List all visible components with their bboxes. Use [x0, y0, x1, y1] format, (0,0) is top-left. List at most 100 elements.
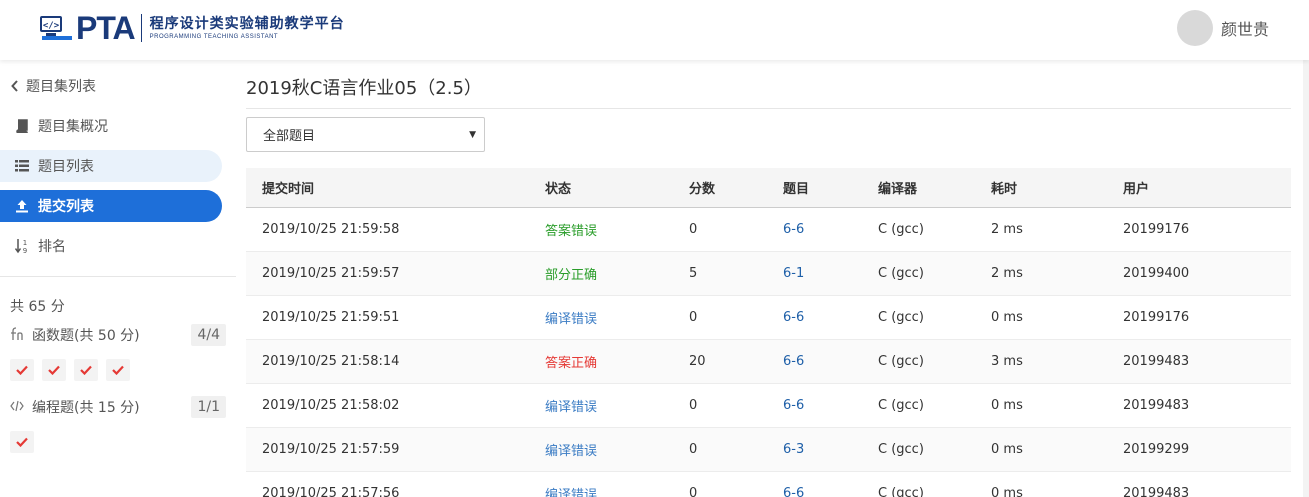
- function-problem-checks: [10, 359, 138, 381]
- cell-duration: 0 ms: [991, 310, 1023, 325]
- cell-problem-link[interactable]: 6-3: [783, 442, 878, 457]
- check-icon[interactable]: [10, 431, 34, 453]
- sidebar-item-submission-list[interactable]: 提交列表: [0, 190, 222, 222]
- logo-english-name: PROGRAMMING TEACHING ASSISTANT: [149, 34, 279, 40]
- table-row: 2019/10/25 21:58:02 编译错误 0 6-6 C (gcc) 0…: [246, 384, 1291, 428]
- cell-status[interactable]: 答案正确: [545, 352, 689, 371]
- avatar[interactable]: [1176, 10, 1213, 46]
- cell-user: 20199176: [1123, 222, 1190, 237]
- column-header-score[interactable]: 分数: [689, 178, 783, 197]
- caret-down-icon: ▼: [469, 130, 476, 140]
- cell-compiler: C (gcc): [878, 398, 924, 413]
- cell-duration: 0 ms: [991, 486, 1023, 497]
- cell-score: 5: [689, 266, 698, 281]
- cell-status[interactable]: 编译错误: [545, 484, 689, 497]
- main-content: 2019秋C语言作业05（2.5） 全部题目 ▼ 提交时间 状态 分数 题目 编…: [246, 60, 1291, 497]
- sidebar-item-problem-list[interactable]: 题目列表: [0, 150, 222, 182]
- cell-problem-link[interactable]: 6-6: [783, 222, 878, 237]
- table-row: 2019/10/25 21:57:59 编译错误 0 6-3 C (gcc) 0…: [246, 428, 1291, 472]
- sidebar-item-label: 提交列表: [38, 199, 94, 215]
- cell-time[interactable]: 2019/10/25 21:58:02: [246, 398, 545, 413]
- category-programming-problems: 编程题(共 15 分) 1/1: [10, 396, 226, 418]
- user-menu[interactable]: 颜世贵: [1176, 10, 1269, 46]
- cell-time[interactable]: 2019/10/25 21:59:51: [246, 310, 545, 325]
- column-header-duration[interactable]: 耗时: [991, 178, 1123, 197]
- column-header-status[interactable]: 状态: [545, 178, 689, 197]
- problem-filter-select[interactable]: 全部题目 ▼: [246, 117, 485, 152]
- code-monitor-icon: </>: [38, 14, 72, 42]
- column-header-user[interactable]: 用户: [1123, 178, 1273, 197]
- cell-time[interactable]: 2019/10/25 21:59:57: [246, 266, 545, 281]
- cell-compiler: C (gcc): [878, 486, 924, 497]
- check-icon[interactable]: [42, 359, 66, 381]
- table-row: 2019/10/25 21:58:14 答案正确 20 6-6 C (gcc) …: [246, 340, 1291, 384]
- column-header-compiler[interactable]: 编译器: [878, 178, 991, 197]
- back-label: 题目集列表: [26, 79, 96, 95]
- programming-problem-checks: [10, 431, 42, 453]
- cell-compiler: C (gcc): [878, 442, 924, 457]
- cell-score: 0: [689, 310, 698, 325]
- cell-duration: 2 ms: [991, 266, 1023, 281]
- table-header: 提交时间 状态 分数 题目 编译器 耗时 用户: [246, 168, 1291, 208]
- vertical-scrollbar[interactable]: [1303, 60, 1309, 497]
- cell-compiler: C (gcc): [878, 354, 924, 369]
- category-function-problems: 函数题(共 50 分) 4/4: [10, 324, 226, 346]
- title-divider: [246, 108, 1291, 109]
- cell-status[interactable]: 编译错误: [545, 440, 689, 459]
- cell-user: 20199176: [1123, 310, 1190, 325]
- column-header-time[interactable]: 提交时间: [246, 178, 545, 197]
- cell-problem-link[interactable]: 6-6: [783, 398, 878, 413]
- filter-selected-value: 全部题目: [263, 129, 316, 144]
- code-icon: [10, 400, 26, 415]
- cell-problem-link[interactable]: 6-6: [783, 310, 878, 325]
- sidebar-item-overview[interactable]: 题目集概况: [0, 110, 222, 142]
- top-header: </> PTA 程序设计类实验辅助教学平台 PROGRAMMING TEACHI…: [0, 0, 1309, 60]
- cell-problem-link[interactable]: 6-1: [783, 266, 878, 281]
- cell-status[interactable]: 答案错误: [545, 220, 689, 239]
- logo-chinese-name: 程序设计类实验辅助教学平台: [149, 16, 345, 32]
- svg-text:</>: </>: [43, 21, 60, 31]
- cell-user: 20199400: [1123, 266, 1190, 281]
- check-icon[interactable]: [74, 359, 98, 381]
- svg-text:1: 1: [23, 239, 27, 247]
- cell-time[interactable]: 2019/10/25 21:57:56: [246, 486, 545, 497]
- column-header-problem[interactable]: 题目: [783, 178, 878, 197]
- cell-status[interactable]: 部分正确: [545, 264, 689, 283]
- check-icon[interactable]: [106, 359, 130, 381]
- cell-duration: 3 ms: [991, 354, 1023, 369]
- back-to-problem-sets[interactable]: 题目集列表: [0, 70, 222, 102]
- check-icon[interactable]: [10, 359, 34, 381]
- list-icon: [14, 158, 30, 174]
- sidebar-item-label: 排名: [38, 239, 66, 255]
- cell-compiler: C (gcc): [878, 266, 924, 281]
- cell-time[interactable]: 2019/10/25 21:58:14: [246, 354, 545, 369]
- cell-duration: 0 ms: [991, 398, 1023, 413]
- category-count: 4/4: [191, 324, 226, 346]
- user-name[interactable]: 颜世贵: [1221, 16, 1269, 40]
- table-row: 2019/10/25 21:59:58 答案错误 0 6-6 C (gcc) 2…: [246, 208, 1291, 252]
- cell-duration: 0 ms: [991, 442, 1023, 457]
- cell-user: 20199299: [1123, 442, 1190, 457]
- table-body: 2019/10/25 21:59:58 答案错误 0 6-6 C (gcc) 2…: [246, 208, 1291, 497]
- cell-compiler: C (gcc): [878, 310, 924, 325]
- cell-problem-link[interactable]: 6-6: [783, 486, 878, 497]
- pta-logo[interactable]: </> PTA 程序设计类实验辅助教学平台 PROGRAMMING TEACHI…: [38, 12, 345, 44]
- cell-user: 20199483: [1123, 398, 1190, 413]
- sidebar-item-label: 题目列表: [38, 159, 94, 175]
- book-icon: [14, 118, 30, 134]
- cell-user: 20199483: [1123, 354, 1190, 369]
- logo-text: PTA: [76, 10, 136, 46]
- sidebar-item-label: 题目集概况: [38, 119, 108, 135]
- cell-status[interactable]: 编译错误: [545, 308, 689, 327]
- cell-compiler: C (gcc): [878, 222, 924, 237]
- cell-score: 20: [689, 354, 706, 369]
- cell-status[interactable]: 编译错误: [545, 396, 689, 415]
- cell-duration: 2 ms: [991, 222, 1023, 237]
- sidebar-item-ranking[interactable]: 19 排名: [0, 230, 222, 262]
- cell-score: 0: [689, 442, 698, 457]
- table-row: 2019/10/25 21:57:56 编译错误 0 6-6 C (gcc) 0…: [246, 472, 1291, 497]
- cell-time[interactable]: 2019/10/25 21:59:58: [246, 222, 545, 237]
- cell-score: 0: [689, 486, 698, 497]
- cell-problem-link[interactable]: 6-6: [783, 354, 878, 369]
- cell-time[interactable]: 2019/10/25 21:57:59: [246, 442, 545, 457]
